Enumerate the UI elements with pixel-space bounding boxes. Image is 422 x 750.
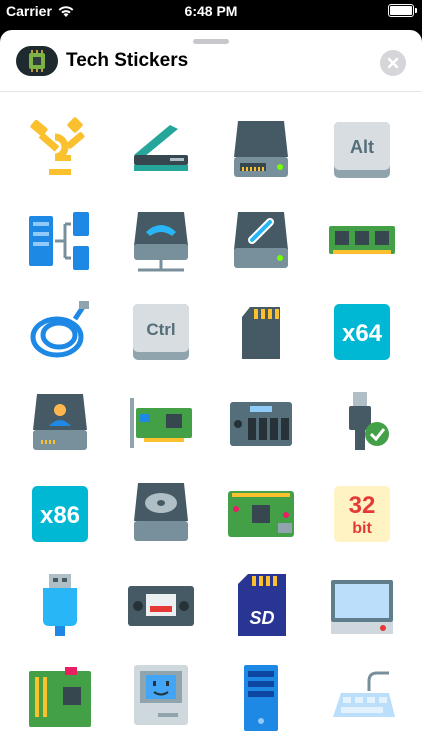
32-bit-badge-icon: 32 bit (333, 485, 390, 542)
sticker-nas[interactable] (211, 377, 312, 468)
sticker-hard-drive[interactable] (211, 104, 312, 195)
header-divider (0, 91, 422, 92)
sticker-keyboard[interactable] (312, 650, 413, 741)
sd-label: SD (250, 608, 275, 628)
linked-drive-icon (234, 211, 289, 268)
network-card-icon (129, 397, 192, 448)
sticker-network-card[interactable] (111, 377, 212, 468)
sticker-motherboard[interactable] (10, 650, 111, 741)
ctrl-key-label: Ctrl (146, 320, 175, 339)
sticker-alt-key[interactable]: Alt (312, 104, 413, 195)
sticker-network-drive[interactable] (111, 195, 212, 286)
nas-icon (230, 401, 293, 446)
ethernet-cable-icon (30, 300, 90, 357)
sticker-network-servers[interactable] (10, 195, 111, 286)
usb-connected-icon (348, 391, 389, 450)
ram-module-icon (328, 225, 395, 254)
network-drive-icon (133, 211, 188, 271)
monitor-icon (330, 579, 393, 634)
status-bar: Carrier 6:48 PM (0, 0, 422, 22)
chip-icon (16, 46, 58, 76)
sticker-scanner[interactable] (111, 104, 212, 195)
sd-card-large-icon: SD (238, 573, 287, 636)
close-icon (387, 57, 399, 69)
sticker-firewire[interactable] (10, 104, 111, 195)
x86-badge-icon: x86 (32, 485, 89, 542)
raspberry-pi-icon (228, 490, 295, 537)
sticker-x64[interactable]: x64 (312, 286, 413, 377)
network-servers-icon (29, 211, 90, 270)
sticker-monitor[interactable] (312, 559, 413, 650)
sticker-x86[interactable]: x86 (10, 468, 111, 559)
sticker-grid: Alt Ctrl x64 x86 32 bit SD (10, 104, 412, 741)
hard-drive-icon (234, 120, 289, 177)
32-label: 32 (348, 492, 375, 519)
sticker-ctrl-key[interactable]: Ctrl (111, 286, 212, 377)
sticker-usb-connected[interactable] (312, 377, 413, 468)
sticker-server-tower[interactable] (211, 650, 312, 741)
keyboard-icon (332, 671, 395, 717)
scanner-icon (133, 124, 188, 171)
sheet-header: Tech Stickers (0, 44, 422, 92)
alt-key-icon: Alt (333, 121, 390, 178)
battery-icon (388, 4, 417, 17)
ctrl-key-icon: Ctrl (132, 303, 189, 360)
sticker-32-bit[interactable]: 32 bit (312, 468, 413, 559)
sticker-linked-drive[interactable] (211, 195, 312, 286)
sticker-ram-module[interactable] (312, 195, 413, 286)
sticker-classic-mac[interactable] (111, 650, 212, 741)
app-title: Tech Stickers (66, 50, 189, 71)
sticker-optical-drive[interactable] (111, 468, 212, 559)
sticker-vhs[interactable] (111, 559, 212, 650)
sticker-ethernet-cable[interactable] (10, 286, 111, 377)
optical-drive-icon (133, 482, 188, 541)
clock: 6:48 PM (184, 3, 238, 19)
sticker-raspberry-pi[interactable] (211, 468, 312, 559)
close-button[interactable] (380, 50, 406, 76)
alt-key-label: Alt (350, 137, 374, 157)
sticker-user-drive[interactable] (10, 377, 111, 468)
motherboard-icon (29, 666, 92, 727)
sd-card-icon (242, 306, 281, 359)
classic-mac-icon (133, 664, 188, 725)
server-tower-icon (244, 664, 279, 731)
x64-badge-icon: x64 (333, 303, 390, 360)
sticker-usb-stick[interactable] (10, 559, 111, 650)
usb-stick-icon (43, 573, 78, 636)
sticker-sd-card-large[interactable]: SD (211, 559, 312, 650)
bit-label: bit (352, 520, 372, 537)
sticker-sheet: Tech Stickers Alt Ctrl x64 x86 32 bit SD (0, 30, 422, 750)
vhs-cassette-icon (127, 585, 194, 626)
x86-label: x86 (40, 502, 80, 529)
user-drive-icon (33, 393, 88, 450)
firewire-icon (30, 116, 85, 175)
sticker-sd-card[interactable] (211, 286, 312, 377)
x64-label: x64 (342, 320, 383, 347)
